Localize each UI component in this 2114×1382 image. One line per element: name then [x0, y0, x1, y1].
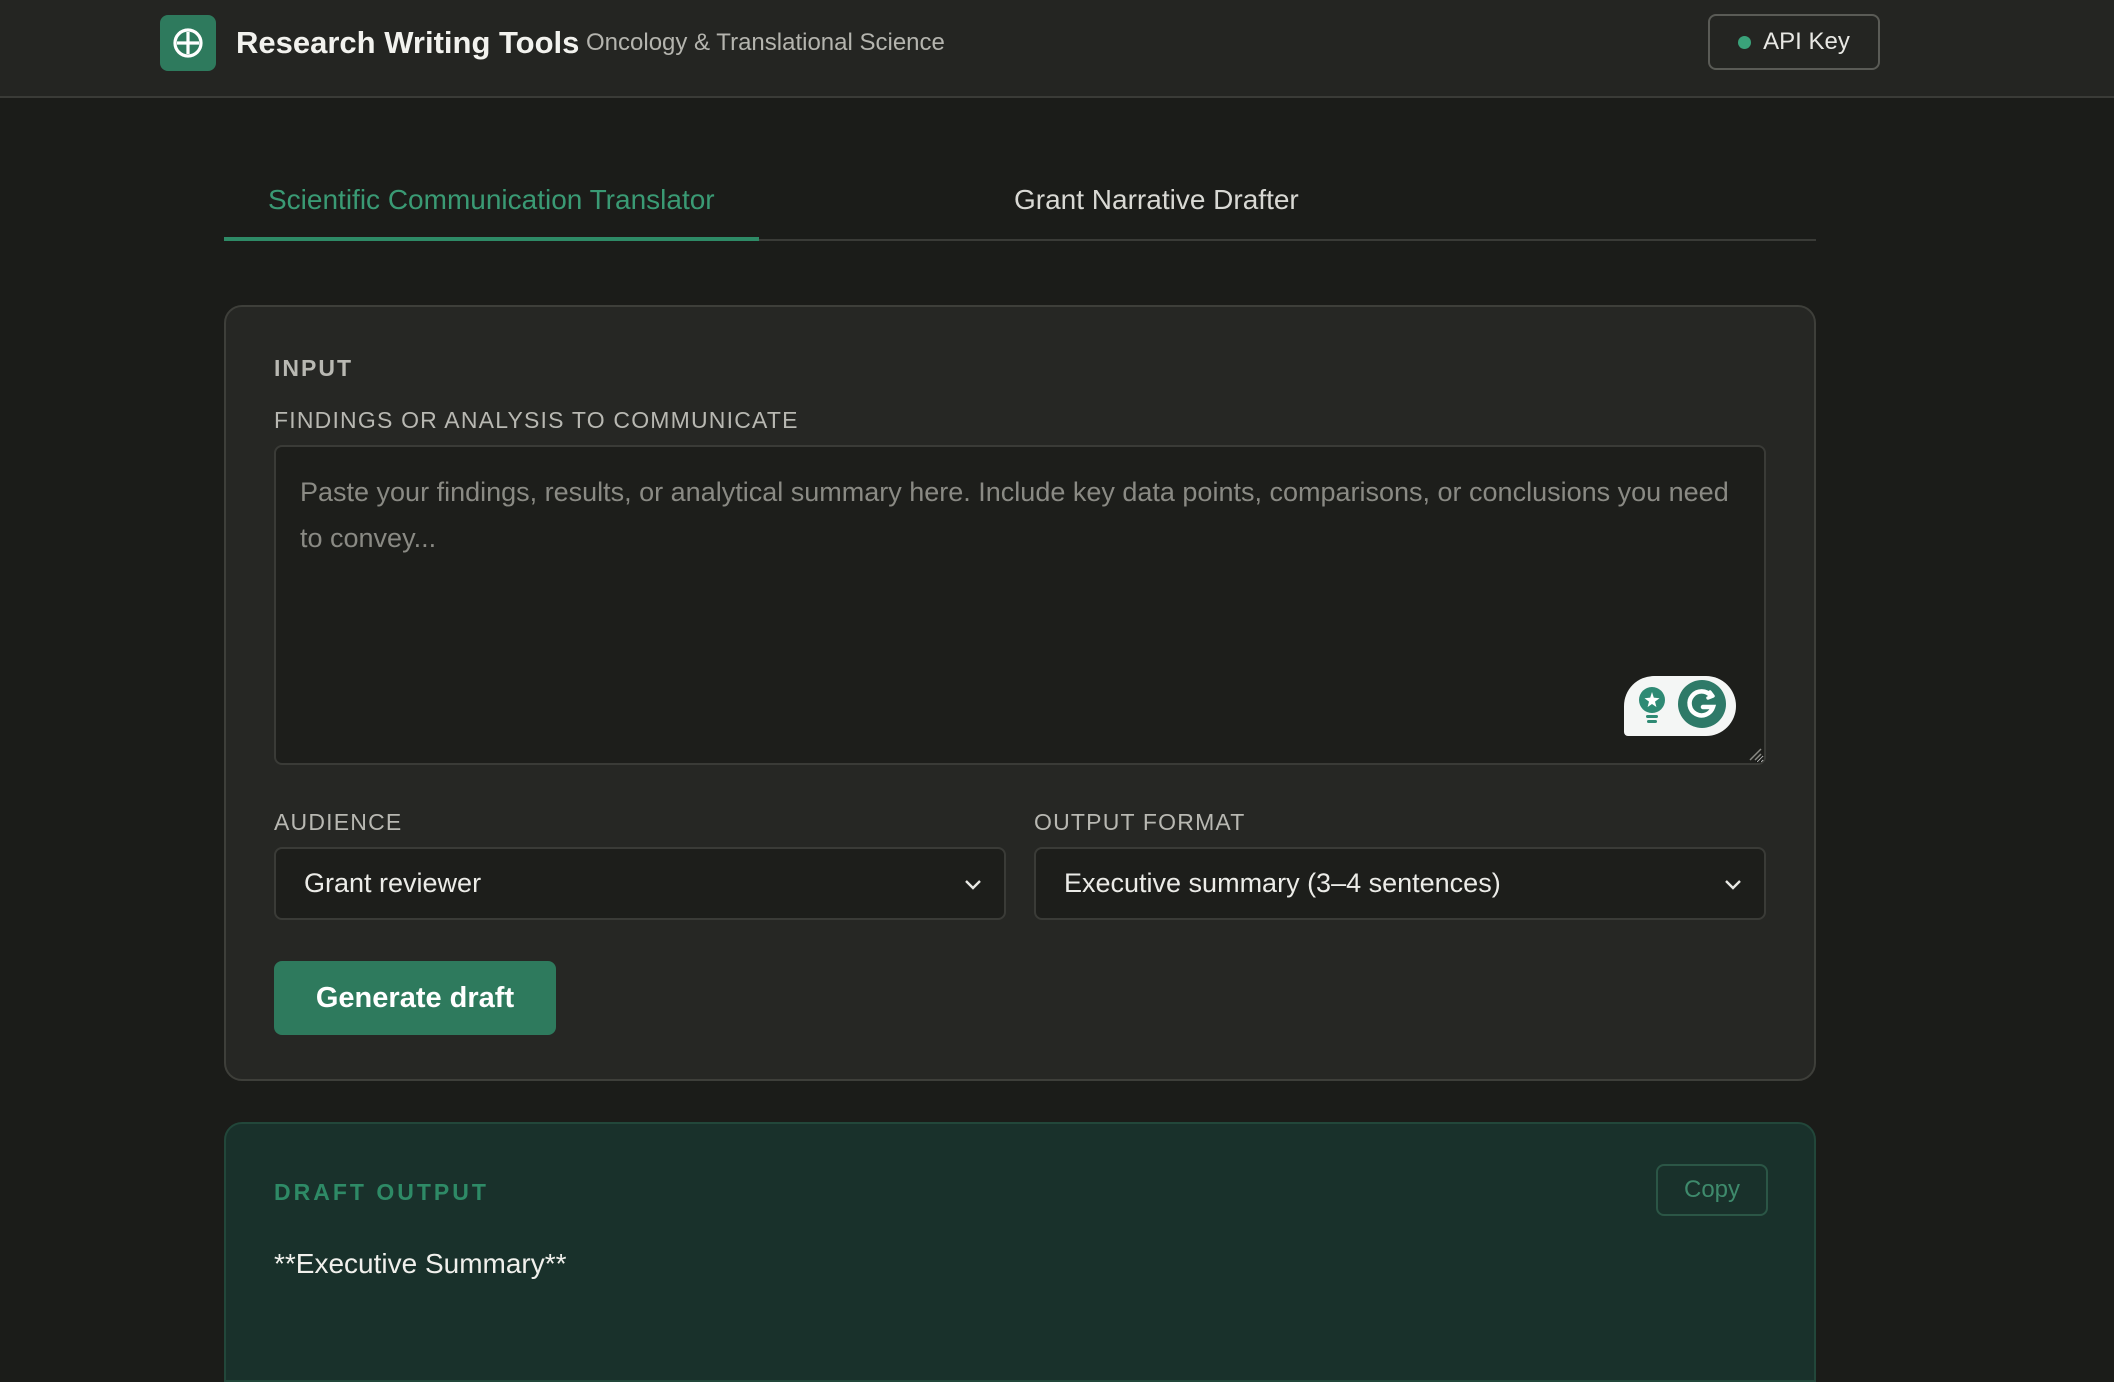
- grammarly-icon[interactable]: [1677, 679, 1727, 734]
- draft-output-text: **Executive Summary**: [274, 1248, 567, 1279]
- tab-scientific-communication-translator[interactable]: Scientific Communication Translator: [224, 164, 759, 241]
- findings-label: FINDINGS OR ANALYSIS TO COMMUNICATE: [274, 407, 799, 433]
- api-key-label: API Key: [1763, 28, 1850, 55]
- chevron-down-icon: [965, 880, 981, 890]
- output-format-selected-value: Executive summary (3–4 sentences): [1064, 868, 1501, 898]
- status-dot-icon: [1738, 35, 1752, 49]
- app-subtitle: Oncology & Translational Science: [586, 29, 945, 56]
- lightbulb-icon[interactable]: [1634, 684, 1670, 729]
- findings-textarea[interactable]: [274, 445, 1766, 765]
- input-section-label: INPUT: [274, 355, 353, 381]
- plus-circle-icon: [160, 15, 216, 71]
- audience-select[interactable]: Grant reviewer: [274, 847, 1006, 920]
- draft-output-card: DRAFT OUTPUT Copy **Executive Summary**: [224, 1122, 1816, 1382]
- output-format-label: OUTPUT FORMAT: [1034, 809, 1246, 835]
- audience-selected-value: Grant reviewer: [304, 868, 482, 898]
- grammarly-widget[interactable]: [1624, 676, 1736, 736]
- copy-button[interactable]: Copy: [1656, 1164, 1768, 1216]
- generate-draft-button[interactable]: Generate draft: [274, 961, 556, 1035]
- tab-bar: Scientific Communication Translator Gran…: [224, 164, 1816, 241]
- tab-grant-narrative-drafter[interactable]: Grant Narrative Drafter: [970, 164, 1299, 241]
- audience-label: AUDIENCE: [274, 809, 403, 835]
- top-bar: Research Writing Tools Oncology & Transl…: [0, 0, 2114, 98]
- app-title: Research Writing Tools: [236, 25, 580, 60]
- chevron-down-icon: [1725, 880, 1741, 890]
- input-card: INPUT FINDINGS OR ANALYSIS TO COMMUNICAT…: [224, 305, 1816, 1081]
- resize-handle-icon[interactable]: [1748, 747, 1762, 761]
- api-key-button[interactable]: API Key: [1708, 14, 1880, 70]
- output-format-select[interactable]: Executive summary (3–4 sentences): [1034, 847, 1766, 920]
- draft-output-label: DRAFT OUTPUT: [274, 1179, 489, 1205]
